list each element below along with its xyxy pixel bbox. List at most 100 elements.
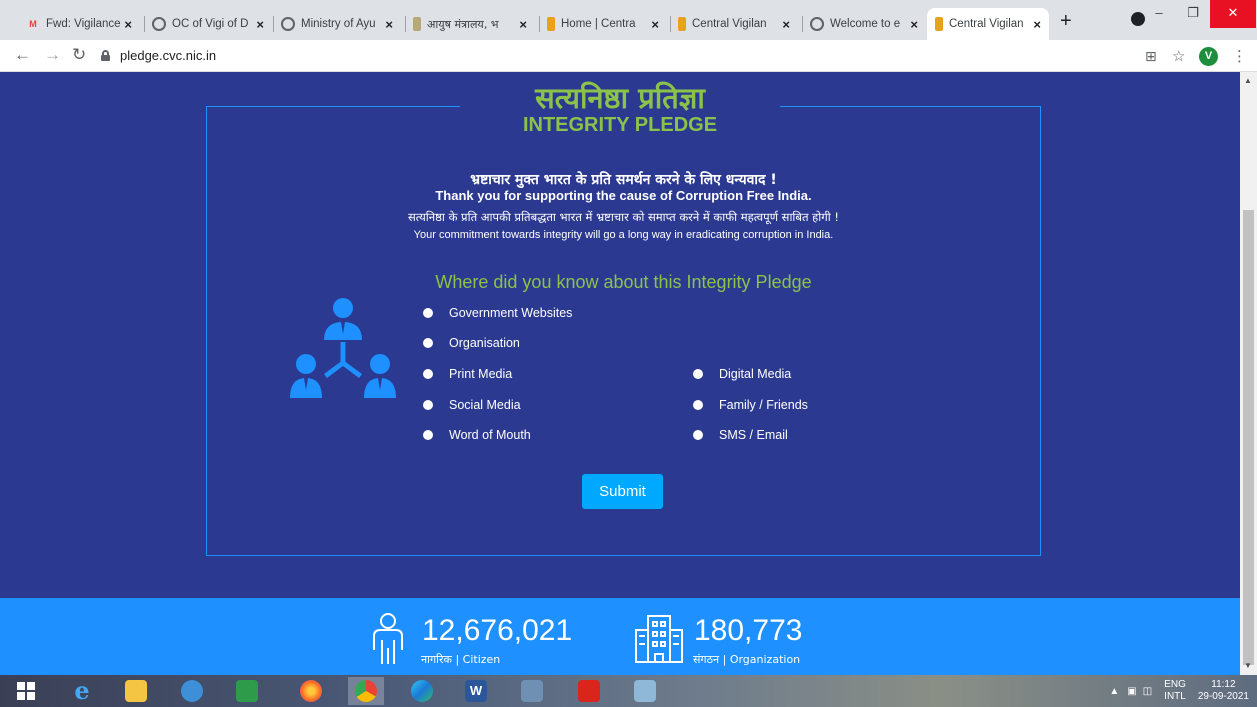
gmail-icon: M xyxy=(29,19,37,29)
citizen-icon xyxy=(373,613,403,664)
close-icon[interactable]: × xyxy=(782,17,790,32)
radio-button[interactable] xyxy=(423,308,433,318)
page-viewport: सत्यनिष्ठा प्रतिज्ञा INTEGRITY PLEDGE भ्… xyxy=(0,72,1240,675)
people-network-icon xyxy=(290,298,396,398)
tab-title: Ministry of Ayu xyxy=(301,18,376,30)
option-sms-email[interactable]: SMS / Email xyxy=(693,428,788,442)
tab-title: Central Vigilan xyxy=(692,18,767,30)
tab-fwd-vigilance[interactable]: M Fwd: Vigilance × xyxy=(18,8,140,40)
close-icon[interactable]: × xyxy=(256,17,264,32)
stats-band: 12,676,021 नागरिक | Citizen 180,773 संगठ… xyxy=(0,598,1240,675)
option-organisation[interactable]: Organisation xyxy=(423,336,520,350)
option-word-of-mouth[interactable]: Word of Mouth xyxy=(423,428,531,442)
source-question: Where did you know about this Integrity … xyxy=(435,272,812,292)
system-tray: ▲ ▣ ◫ ENG INTL 11:12 29-09-2021 xyxy=(1109,677,1249,705)
bookmark-star-icon[interactable]: ☆ xyxy=(1172,47,1185,65)
file-explorer-icon[interactable] xyxy=(118,677,154,705)
tab-title: आयुष मंत्रालय, भ xyxy=(427,17,499,31)
option-label: Organisation xyxy=(449,336,520,350)
chrome-icon[interactable] xyxy=(348,677,384,705)
window-close-button[interactable]: ✕ xyxy=(1210,0,1256,28)
page-scrollbar[interactable]: ▲ ▼ xyxy=(1240,72,1257,675)
tab-oc-vigi[interactable]: OC of Vigi of D × xyxy=(144,8,272,40)
windows-taskbar: e W ▲ ▣ ◫ ENG INTL 11:12 29-09-2021 xyxy=(0,675,1257,707)
scroll-up-icon[interactable]: ▲ xyxy=(1244,76,1252,85)
scroll-thumb[interactable] xyxy=(1243,210,1254,665)
close-icon[interactable]: × xyxy=(519,17,527,32)
radio-button[interactable] xyxy=(423,430,433,440)
tab-central-vigilance-active[interactable]: Central Vigilan × xyxy=(927,8,1049,40)
url-input[interactable]: pledge.cvc.nic.in xyxy=(120,48,216,63)
network-icon[interactable]: ◫ xyxy=(1143,686,1152,697)
option-label: Print Media xyxy=(449,367,513,381)
language-indicator[interactable]: ENG INTL xyxy=(1164,679,1186,703)
radio-button[interactable] xyxy=(693,400,703,410)
close-icon[interactable]: × xyxy=(651,17,659,32)
radio-button[interactable] xyxy=(423,338,433,348)
restore-button[interactable]: ❐ xyxy=(1176,0,1210,28)
organization-building-icon xyxy=(635,615,683,663)
skype-icon[interactable] xyxy=(174,677,210,705)
cvc-icon xyxy=(547,17,555,31)
word-icon[interactable]: W xyxy=(458,677,494,705)
network-app-icon[interactable] xyxy=(514,677,550,705)
cvc-icon xyxy=(935,17,943,31)
internet-explorer-icon[interactable]: e xyxy=(64,677,100,705)
acrobat-icon[interactable] xyxy=(571,677,607,705)
photos-icon[interactable] xyxy=(627,677,663,705)
option-digital-media[interactable]: Digital Media xyxy=(693,367,791,381)
scroll-down-icon[interactable]: ▼ xyxy=(1244,661,1252,670)
lock-icon[interactable] xyxy=(101,50,110,61)
firefox-icon[interactable] xyxy=(293,677,329,705)
network-warning-icon[interactable]: ▣ xyxy=(1127,686,1136,697)
close-icon[interactable]: × xyxy=(1033,17,1041,32)
close-icon[interactable]: × xyxy=(910,17,918,32)
close-icon[interactable]: × xyxy=(385,17,393,32)
organization-count: 180,773 xyxy=(694,614,803,647)
submit-button[interactable]: Submit xyxy=(582,474,663,509)
clock-time: 11:12 xyxy=(1211,679,1236,690)
citizen-count: 12,676,021 xyxy=(422,614,573,647)
store-icon[interactable] xyxy=(229,677,265,705)
pledge-title-hindi: सत्यनिष्ठा प्रतिज्ञा xyxy=(460,78,780,118)
tab-title: OC of Vigi of D xyxy=(172,18,249,30)
option-social-media[interactable]: Social Media xyxy=(423,398,521,412)
tab-central-vigilance[interactable]: Central Vigilan × xyxy=(670,8,798,40)
tab-home-central[interactable]: Home | Centra × xyxy=(539,8,667,40)
profile-avatar[interactable]: V xyxy=(1199,47,1218,66)
keyboard-layout: INTL xyxy=(1164,691,1186,702)
emblem-icon xyxy=(413,17,421,31)
option-family-friends[interactable]: Family / Friends xyxy=(693,398,808,412)
tab-welcome[interactable]: Welcome to e × xyxy=(802,8,926,40)
tab-strip: M Fwd: Vigilance × OC of Vigi of D × Min… xyxy=(0,0,1257,40)
edge-icon[interactable] xyxy=(404,677,440,705)
radio-button[interactable] xyxy=(693,369,703,379)
tab-title: Central Vigilan xyxy=(949,18,1024,30)
citizen-label: नागरिक | Citizen xyxy=(421,653,501,666)
minimize-button[interactable]: ‒ xyxy=(1142,0,1176,28)
address-bar: ← → ↻ pledge.cvc.nic.in ⊞ ☆ V ⋮ xyxy=(0,40,1257,72)
language-code: ENG xyxy=(1164,679,1186,690)
option-government-websites[interactable]: Government Websites xyxy=(423,306,572,320)
tab-ministry-ayush[interactable]: Ministry of Ayu × xyxy=(273,8,401,40)
radio-button[interactable] xyxy=(423,369,433,379)
new-tab-button[interactable]: + xyxy=(1060,10,1072,33)
tab-ayush-hindi[interactable]: आयुष मंत्रालय, भ × xyxy=(405,8,535,40)
radio-button[interactable] xyxy=(423,400,433,410)
forward-icon[interactable]: → xyxy=(44,45,61,65)
menu-dots-icon[interactable]: ⋮ xyxy=(1232,47,1247,65)
show-hidden-icons[interactable]: ▲ xyxy=(1109,686,1119,697)
radio-button[interactable] xyxy=(693,430,703,440)
qr-code-icon[interactable]: ⊞ xyxy=(1145,48,1157,65)
clock-date: 29-09-2021 xyxy=(1197,691,1249,702)
thanks-english: Thank you for supporting the cause of Co… xyxy=(435,188,812,203)
cvc-icon xyxy=(678,17,686,31)
option-print-media[interactable]: Print Media xyxy=(423,367,512,381)
windows-start-icon[interactable] xyxy=(8,677,44,705)
close-icon[interactable]: × xyxy=(124,17,132,32)
option-label: Digital Media xyxy=(719,367,792,381)
tab-title: Welcome to e xyxy=(830,18,901,30)
back-icon[interactable]: ← xyxy=(14,45,31,65)
reload-icon[interactable]: ↻ xyxy=(72,45,86,65)
clock[interactable]: 11:12 29-09-2021 xyxy=(1198,679,1249,703)
